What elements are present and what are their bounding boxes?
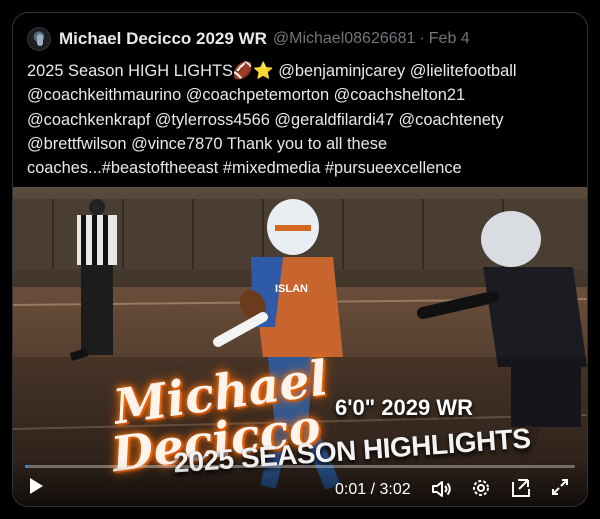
progress-bar[interactable] [25,465,575,468]
pip-button[interactable] [510,477,534,501]
fullscreen-icon [552,479,568,495]
volume-button[interactable] [430,477,454,501]
tweet-text: 2025 Season HIGH LIGHTS🏈⭐ @benjaminjcare… [27,62,517,178]
play-button[interactable] [27,477,51,501]
tweet-card[interactable]: Michael Decicco 2029 WR @Michael08626681… [12,12,588,507]
separator-dot: · [419,30,425,47]
progress-fill [25,465,29,468]
play-icon [30,478,43,494]
avatar[interactable] [27,27,51,51]
pip-icon [512,479,530,497]
player-jersey-text: ISLAN [275,283,308,295]
author-handle[interactable]: @Michael08626681 [273,30,416,48]
fullscreen-button[interactable] [550,477,574,501]
video-controls: 0:01 / 3:02 [13,461,587,506]
volume-icon [432,481,451,497]
settings-icon [473,480,489,496]
author-name[interactable]: Michael Decicco 2029 WR [59,29,267,49]
overlay-stat: 6'0" 2029 WR [335,395,473,420]
post-date[interactable]: Feb 4 [429,30,470,48]
settings-button[interactable] [470,477,494,501]
time-display: 0:01 / 3:02 [335,481,411,498]
tweet-header: Michael Decicco 2029 WR @Michael08626681… [27,25,470,53]
video-player[interactable]: ISLAN Michael Decicco 6'0" 2029 WR 2025 … [13,187,587,506]
